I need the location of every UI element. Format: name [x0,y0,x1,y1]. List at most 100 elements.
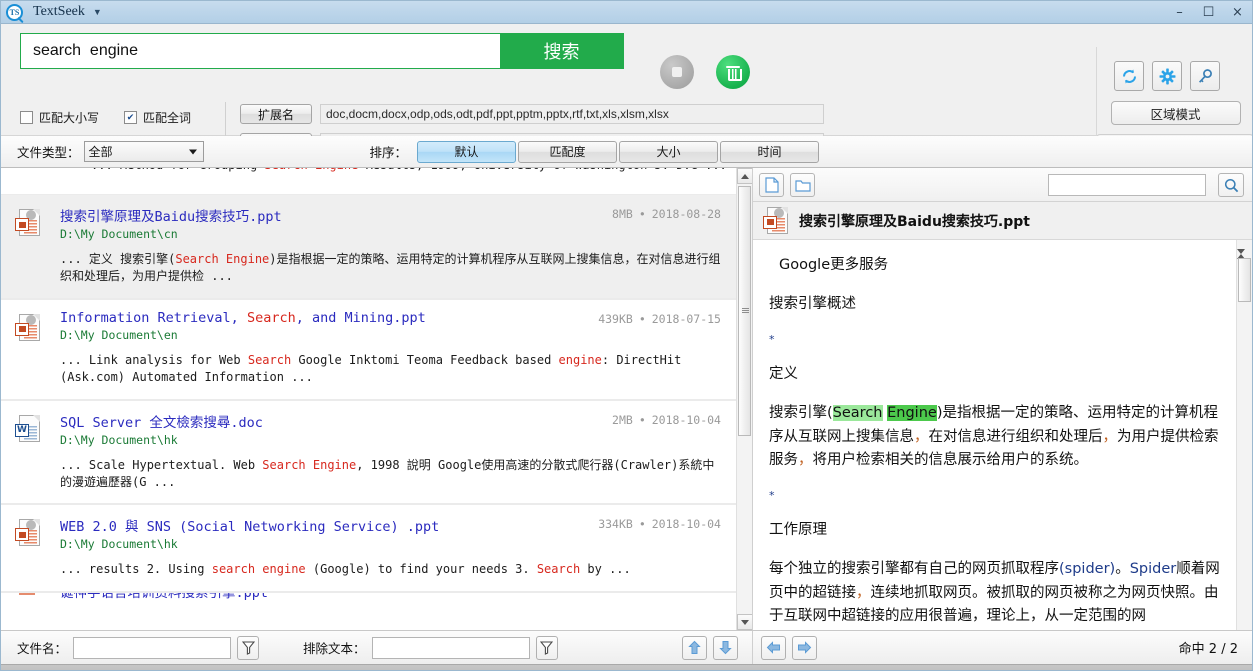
preview-body[interactable]: Google更多服务 搜索引擎概述 * 定义 搜索引擎(Search Engin… [753,240,1252,630]
filename-filter-input[interactable] [73,636,232,659]
area-mode-button[interactable]: 区域模式 [1110,101,1241,125]
scroll-page-up-button[interactable] [682,635,707,660]
app-logo-icon: TS [6,3,23,21]
search-button[interactable]: 搜索 [500,34,623,68]
result-meta: 8MB • 2018-08-28 [612,207,721,221]
arrow-down-icon [719,641,732,655]
checkbox-box [124,110,137,124]
result-snippet: ... 定义 搜索引擎(Search Engine)是指根据一定的策略、运用特定… [60,252,721,284]
sort-relevance-button[interactable]: 匹配度 [518,140,618,163]
result-item[interactable]: WEB 2.0 與 SNS (Social Networking Service… [1,504,737,592]
snippet-text: Results, 1999, University of Washington … [358,168,727,172]
sort-label: 排序： [369,145,408,160]
open-folder-button[interactable] [790,172,815,197]
result-item[interactable]: SQL Server 全文檢索搜尋.doc D:\My Document\hk … [1,399,737,505]
refresh-button[interactable] [1114,61,1144,91]
extension-value[interactable]: doc,docm,docx,odp,ods,odt,pdf,ppt,pptm,p… [320,104,824,124]
scroll-thumb[interactable] [1238,258,1251,302]
extension-row: 扩展名 doc,docm,docx,odp,ods,odt,pdf,ppt,pp… [240,104,824,124]
chevron-down-icon [188,149,197,154]
result-snippet: ... Scale Hypertextual. Web Search Engin… [60,457,715,489]
exclude-text-input[interactable] [371,636,530,659]
sort-buttons: 默认 匹配度 大小 时间 [417,140,820,163]
close-button[interactable]: × [1223,1,1252,24]
scroll-up-button[interactable] [737,168,752,184]
key-icon [1198,68,1212,83]
results-list[interactable]: ... Method for Grouping Search Engine Re… [1,168,737,630]
highlight-search: Search [832,405,883,422]
hit-count: 命中 2 / 2 [1178,642,1238,657]
preview-search-input[interactable] [1048,174,1206,196]
preview-filename: 搜索引擎原理及Baidu搜索技巧.ppt [799,213,1030,230]
sort-default-button[interactable]: 默认 [417,140,517,163]
result-size: 8MB [612,207,633,221]
preview-nav-bar: 命中 2 / 2 [753,631,1252,664]
main-split: ... Method for Grouping Search Engine Re… [1,168,1252,630]
powerpoint-file-icon [15,313,41,344]
prev-hit-button[interactable] [761,635,786,660]
triangle-up-icon [741,173,749,179]
maximize-button[interactable]: ☐ [1194,1,1223,24]
status-text: 10 条结果 （完毕） [15,666,126,670]
sort-time-button[interactable]: 时间 [720,140,820,163]
preview-search-button[interactable] [1218,173,1244,197]
exclude-text-label: 排除文本： [303,641,366,656]
result-date: 2018-10-04 [651,517,721,532]
sort-size-button[interactable]: 大小 [619,140,719,163]
filetype-label: 文件类型： [17,145,80,160]
settings-button[interactable] [1152,61,1182,91]
preview-line: 定义 [769,365,798,382]
preview-bullet: * [769,332,775,346]
result-snippet: ... results 2. Using search engine (Goog… [60,562,631,577]
extension-button[interactable]: 扩展名 [240,104,312,124]
result-size: 439KB [598,311,633,326]
preview-scrollbar[interactable] [1236,240,1252,630]
result-meta: 439KB • 2018-07-15 [598,311,721,326]
powerpoint-file-icon [15,519,41,549]
search-input[interactable] [21,34,500,68]
preview-paragraph-definition: 搜索引擎(Search Engine)是指根据一定的策略、运用特定的计算机程序从… [769,405,1219,468]
checkbox-match-case[interactable]: 匹配大小写 [20,109,124,126]
checkbox-whole-word[interactable]: 匹配全词 [124,109,228,126]
result-item[interactable]: 搜索引擎原理及Baidu搜索技巧.ppt D:\My Document\cn .… [1,194,737,299]
exclude-filter-button[interactable] [535,635,558,660]
scroll-down-button[interactable] [737,614,752,630]
folder-icon [794,179,811,192]
magnifier-icon [1224,178,1238,192]
open-file-button[interactable] [759,172,784,197]
checkbox-label: 匹配大小写 [39,110,100,125]
next-hit-button[interactable] [792,635,817,660]
preview-line: Google更多服务 [779,257,889,273]
filetype-select[interactable]: 全部 [83,141,204,162]
sort-bar: 文件类型： 全部 排序： 默认 匹配度 大小 时间 [1,136,1252,168]
result-item[interactable]: Information Retrieval, Search, and Minin… [1,298,737,400]
filename-filter-button[interactable] [237,635,260,660]
minimize-button[interactable]: – [1165,1,1194,24]
snippet-text: ... Method for Grouping [91,168,264,172]
status-bar: 10 条结果 （完毕） [1,664,1252,670]
refresh-icon [1122,69,1136,83]
result-partial-top[interactable]: ... Method for Grouping Search Engine Re… [1,168,737,194]
stop-button[interactable] [660,55,694,89]
preview-pane: 搜索引擎原理及Baidu搜索技巧.ppt Google更多服务 搜索引擎概述 *… [753,168,1252,630]
scroll-thumb[interactable] [738,186,751,436]
app-title: TextSeek [33,4,85,19]
result-date: 2018-07-15 [651,311,721,326]
funnel-icon [540,640,554,655]
result-date: 2018-08-28 [651,207,721,221]
arrow-right-icon [798,641,812,654]
filetype-value: 全部 [88,145,113,159]
preview-toolbar [753,168,1252,202]
preview-line: 搜索引擎概述 [769,296,856,313]
arrow-left-icon [766,641,780,654]
license-key-button[interactable] [1190,61,1220,91]
trash-button[interactable] [716,55,750,89]
scroll-page-down-button[interactable] [713,635,738,660]
preview-paragraph-principle: 每个独立的搜索引擎都有自己的网页抓取程序(spider)。Spider顺着网页中… [769,561,1220,624]
snippet-highlight: Search Engine [264,168,358,172]
funnel-icon [241,640,255,655]
results-scrollbar[interactable] [736,168,752,630]
result-partial-bottom[interactable]: 诞神学语言培训资料搜索引擎.ppt [1,591,737,608]
result-snippet: ... Link analysis for Web Search Google … [60,352,682,385]
chevron-down-icon[interactable]: ▼ [93,7,102,17]
